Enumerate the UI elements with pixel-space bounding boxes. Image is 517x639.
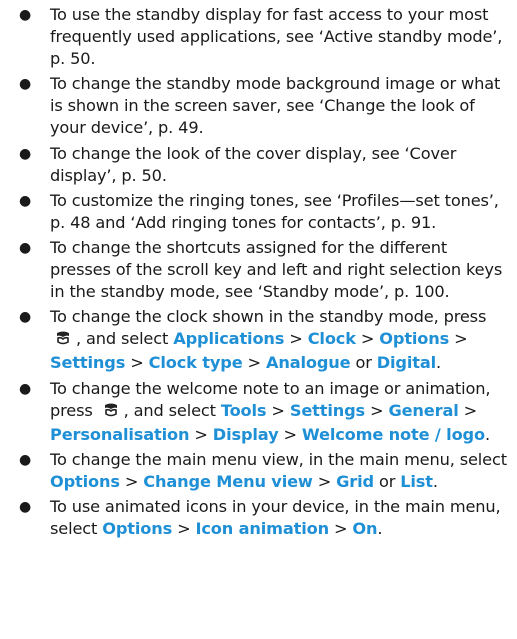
list-item: ● To change the welcome note to an image… <box>19 378 491 444</box>
path-clock: Clock <box>307 329 356 349</box>
path-settings: Settings <box>50 353 126 373</box>
path-analogue: Analogue <box>265 353 351 373</box>
path-display: Display <box>212 424 279 444</box>
bullet: ● <box>19 380 32 397</box>
end-punct: . <box>436 353 442 373</box>
path-tools: Tools <box>220 400 267 420</box>
path-general: General <box>388 400 459 420</box>
end-punct: . <box>484 424 490 444</box>
path-list: List <box>400 471 433 491</box>
bullet: ● <box>19 7 32 23</box>
item-text: To change the look of the cover display,… <box>50 143 457 185</box>
page: ● To use the standby display for fast ac… <box>0 0 517 639</box>
path-options: Options <box>50 471 120 491</box>
path-grid: Grid <box>336 471 374 491</box>
path-icon-animation: Icon animation <box>195 519 330 539</box>
bullet: ● <box>19 498 32 515</box>
list-item: ● To change the shortcuts assigned for t… <box>14 237 511 303</box>
item-text: To use the standby display for fast acce… <box>50 5 503 69</box>
list-item: ● To change the look of the cover displa… <box>14 143 511 187</box>
item-text-mid: , and select <box>123 400 216 420</box>
item-text: To change the standby mode background im… <box>50 74 501 138</box>
end-punct: . <box>432 471 438 491</box>
path-clock-type: Clock type <box>148 353 243 373</box>
item-text-start: To change the clock shown in the standby… <box>50 307 487 327</box>
item-text: To customize the ringing tones, see ‘Pro… <box>50 190 499 232</box>
tips-list: ● To use the standby display for fast ac… <box>14 4 511 540</box>
bullet: ● <box>19 239 32 256</box>
item-text-start: To change the main menu view, in the mai… <box>50 449 507 469</box>
item-text: To change the shortcuts assigned for the… <box>50 237 503 302</box>
path-personalisation: Personalisation <box>50 424 190 444</box>
path-change-menu-view: Change Menu view <box>143 471 313 491</box>
bullet: ● <box>19 309 32 326</box>
path-settings: Settings <box>289 400 366 420</box>
list-item: ● To customize the ringing tones, see ‘P… <box>14 190 511 234</box>
list-item: ● To change the standby mode background … <box>14 73 511 139</box>
bullet: ● <box>19 192 32 209</box>
or-word: or <box>355 353 372 373</box>
or-word: or <box>378 471 396 491</box>
path-options: Options <box>379 329 450 349</box>
menu-key-icon <box>98 402 124 424</box>
list-item: ● To use animated icons in your device, … <box>19 496 501 539</box>
item-text-mid: , and select <box>76 329 169 349</box>
end-punct: . <box>377 519 383 539</box>
path-welcome-note-logo: Welcome note / logo <box>301 424 485 444</box>
bullet: ● <box>19 145 32 162</box>
path-digital: Digital <box>376 353 437 373</box>
path-applications: Applications <box>173 329 285 349</box>
list-item: ● To use the standby display for fast ac… <box>14 4 511 70</box>
bullet: ● <box>19 451 32 468</box>
bullet: ● <box>19 76 32 93</box>
list-item: ● To change the clock shown in the stand… <box>19 307 487 373</box>
path-options: Options <box>102 519 173 539</box>
path-on: On <box>352 519 378 539</box>
list-item: ● To change the main menu view, in the m… <box>19 449 507 491</box>
menu-key-icon <box>50 330 76 352</box>
